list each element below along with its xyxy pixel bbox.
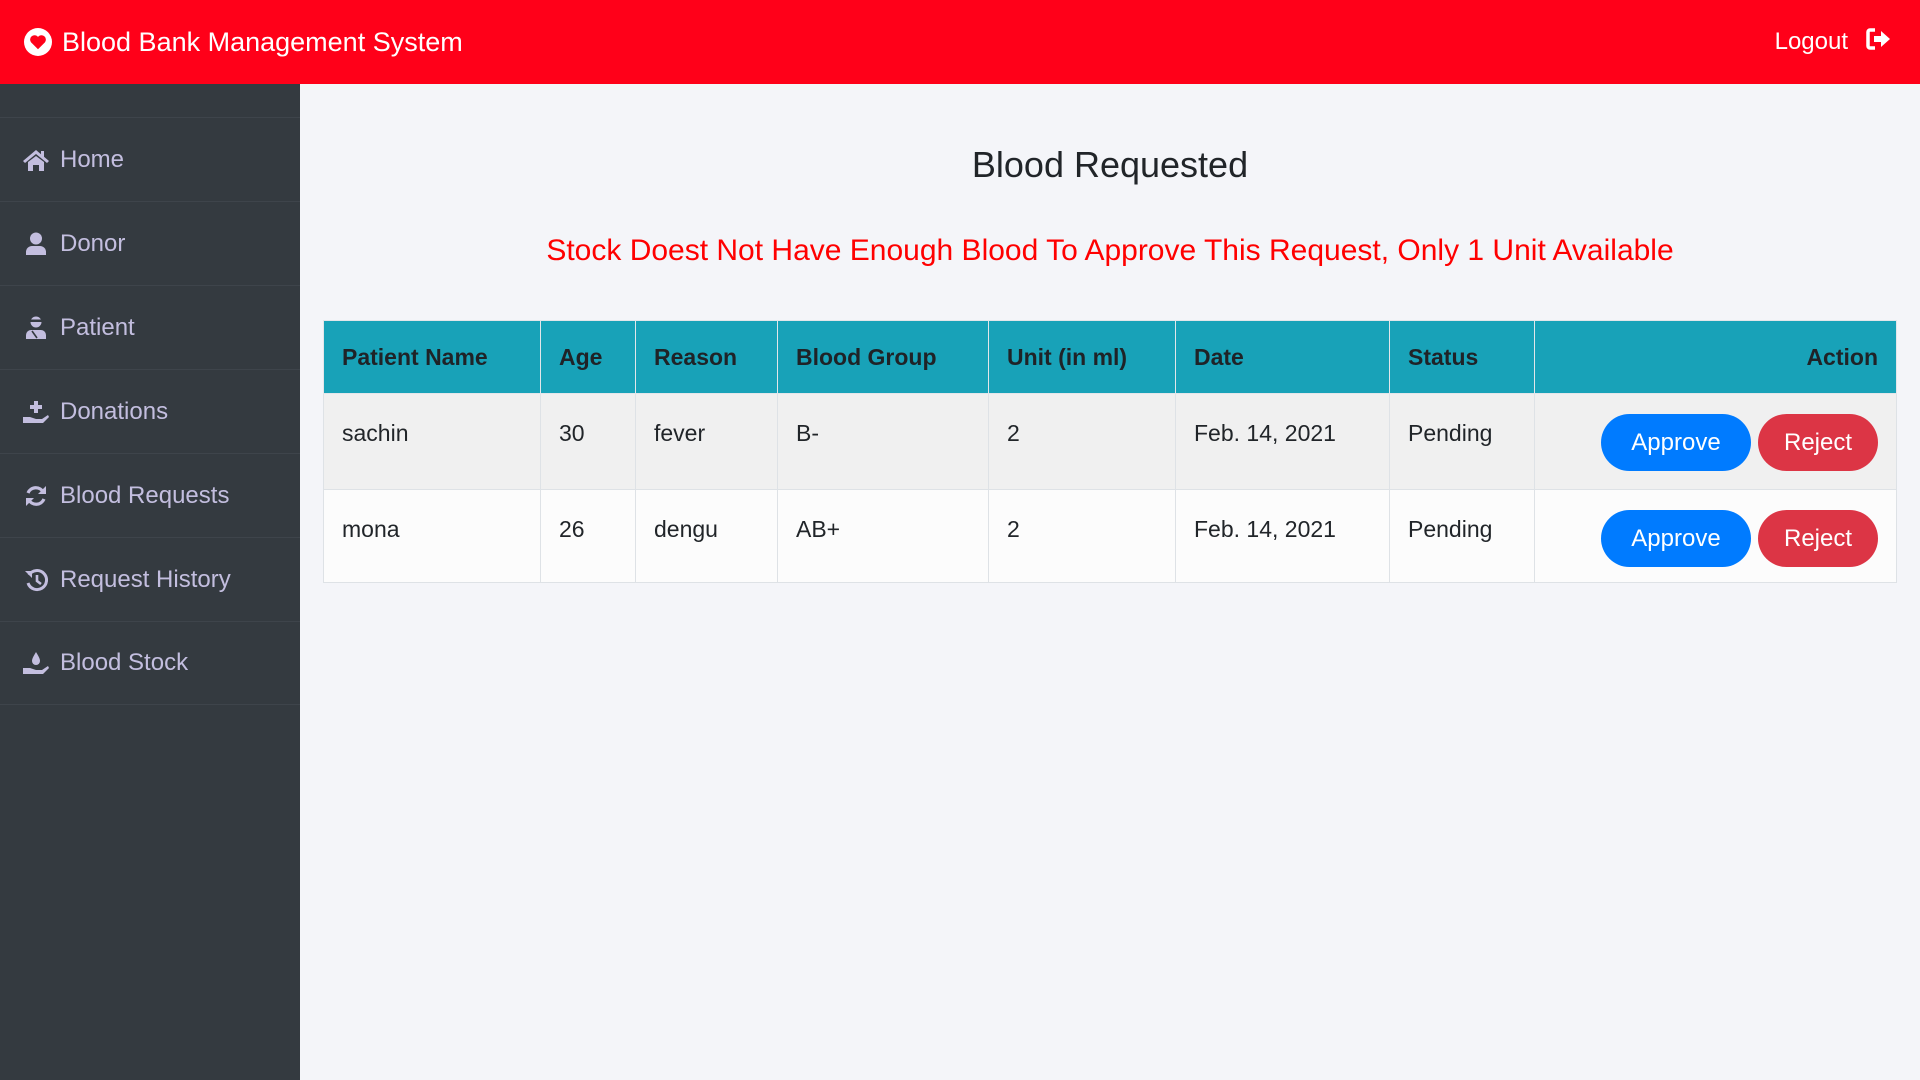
sidebar-item-blood-stock[interactable]: Blood Stock (0, 621, 300, 705)
cell-unit: 2 (988, 489, 1176, 583)
cell-reason: dengu (635, 489, 778, 583)
cell-actions: Approve Reject (1534, 489, 1897, 583)
cell-unit: 2 (988, 393, 1176, 490)
cell-status: Pending (1389, 393, 1535, 490)
sidebar-item-patient[interactable]: Patient (0, 285, 300, 369)
column-header-action: Action (1534, 320, 1897, 394)
column-header-age: Age (540, 320, 636, 394)
home-icon (22, 147, 50, 173)
sidebar-item-home[interactable]: Home (0, 117, 300, 201)
cell-blood-group: AB+ (777, 489, 989, 583)
sidebar-item-request-history[interactable]: Request History (0, 537, 300, 621)
cell-date: Feb. 14, 2021 (1175, 393, 1390, 490)
column-header-blood-group: Blood Group (777, 320, 989, 394)
cell-age: 26 (540, 489, 636, 583)
hand-holding-medical-icon (22, 399, 50, 425)
logout-label: Logout (1774, 28, 1848, 55)
cell-date: Feb. 14, 2021 (1175, 489, 1390, 583)
sync-icon (22, 483, 50, 509)
column-header-reason: Reason (635, 320, 778, 394)
sidebar-item-label: Request History (60, 565, 231, 593)
hand-holding-water-icon (22, 650, 50, 676)
history-icon (22, 567, 50, 593)
cell-patient-name: mona (323, 489, 541, 583)
app-brand[interactable]: Blood Bank Management System (24, 27, 463, 58)
user-icon (22, 231, 50, 257)
approve-button[interactable]: Approve (1601, 510, 1751, 567)
reject-button[interactable]: Reject (1758, 510, 1878, 567)
sidebar-item-label: Donations (60, 397, 169, 425)
sidebar-item-donations[interactable]: Donations (0, 369, 300, 453)
column-header-status: Status (1389, 320, 1535, 394)
blood-requests-table: Patient Name Age Reason Blood Group Unit… (323, 320, 1897, 583)
stock-alert-message: Stock Doest Not Have Enough Blood To App… (546, 234, 1674, 267)
top-navbar: Blood Bank Management System Logout (0, 0, 1920, 84)
cell-actions: Approve Reject (1534, 393, 1897, 490)
cell-patient-name: sachin (323, 393, 541, 490)
column-header-unit: Unit (in ml) (988, 320, 1176, 394)
sidebar-item-label: Donor (60, 229, 126, 257)
page-title: Blood Requested (971, 144, 1249, 185)
heart-circle-icon (24, 28, 52, 56)
table-row: sachin 30 fever B- 2 Feb. 14, 2021 Pendi… (323, 393, 1897, 490)
table-header-row: Patient Name Age Reason Blood Group Unit… (323, 320, 1897, 394)
app-title: Blood Bank Management System (62, 26, 463, 57)
column-header-patient-name: Patient Name (323, 320, 541, 394)
sidebar-item-label: Blood Requests (60, 481, 230, 509)
cell-reason: fever (635, 393, 778, 490)
cell-blood-group: B- (777, 393, 989, 490)
user-injured-icon (22, 315, 50, 341)
sidebar-item-label: Blood Stock (60, 649, 189, 676)
sidebar-item-blood-requests[interactable]: Blood Requests (0, 453, 300, 537)
logout-button[interactable]: Logout (1774, 27, 1892, 57)
sign-out-icon (1848, 27, 1892, 57)
cell-age: 30 (540, 393, 636, 490)
cell-status: Pending (1389, 489, 1535, 583)
approve-button[interactable]: Approve (1601, 414, 1751, 471)
column-header-date: Date (1175, 320, 1390, 394)
table-row: mona 26 dengu AB+ 2 Feb. 14, 2021 Pendin… (323, 489, 1897, 583)
sidebar-item-label: Home (60, 145, 125, 173)
sidebar-item-label: Patient (60, 313, 135, 341)
reject-button[interactable]: Reject (1758, 414, 1878, 471)
sidebar-item-donor[interactable]: Donor (0, 201, 300, 285)
sidebar: Home Donor Patient Donations Blood Reque… (0, 84, 300, 1080)
main-content: Blood Requested Stock Doest Not Have Eno… (300, 84, 1920, 1080)
